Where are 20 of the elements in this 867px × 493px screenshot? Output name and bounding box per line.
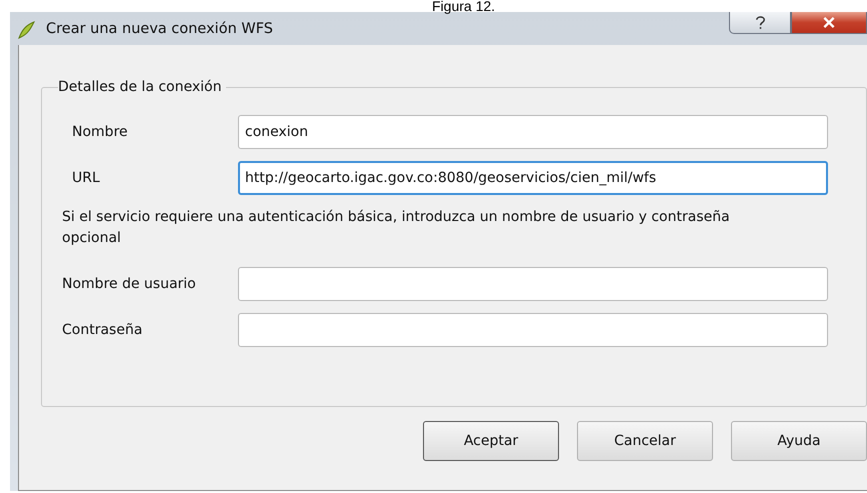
input-field[interactable] bbox=[238, 267, 828, 301]
field-label: Nombre bbox=[71, 124, 129, 140]
help-button[interactable] bbox=[729, 12, 791, 34]
field-label: URL bbox=[71, 170, 101, 186]
group-title: Detalles de la conexión bbox=[58, 79, 223, 95]
window-title: Crear una nueva conexión WFS bbox=[46, 21, 274, 37]
close-icon bbox=[822, 16, 836, 29]
input-field[interactable]: http://geocarto.igac.gov.co:8080/geoservicios/cien_mil/wfs bbox=[238, 161, 828, 195]
field-label: Contraseña bbox=[62, 322, 144, 338]
figure-caption: Figura 12. bbox=[431, 0, 496, 12]
dialog-button[interactable]: Aceptar bbox=[423, 421, 559, 461]
dialog-button[interactable]: Ayuda bbox=[731, 421, 867, 461]
auth-note: Si el servicio requiere una autenticación básica, introduzca un nombre de usuario y contraseña opcional bbox=[62, 208, 731, 248]
input-field[interactable] bbox=[238, 313, 828, 347]
input-field[interactable]: conexion bbox=[238, 115, 828, 149]
help-icon bbox=[754, 15, 766, 30]
dialog-button[interactable]: Cancelar bbox=[577, 421, 713, 461]
leaf-icon bbox=[16, 20, 36, 40]
close-button[interactable] bbox=[791, 12, 867, 34]
field-label: Nombre de usuario bbox=[62, 276, 197, 292]
